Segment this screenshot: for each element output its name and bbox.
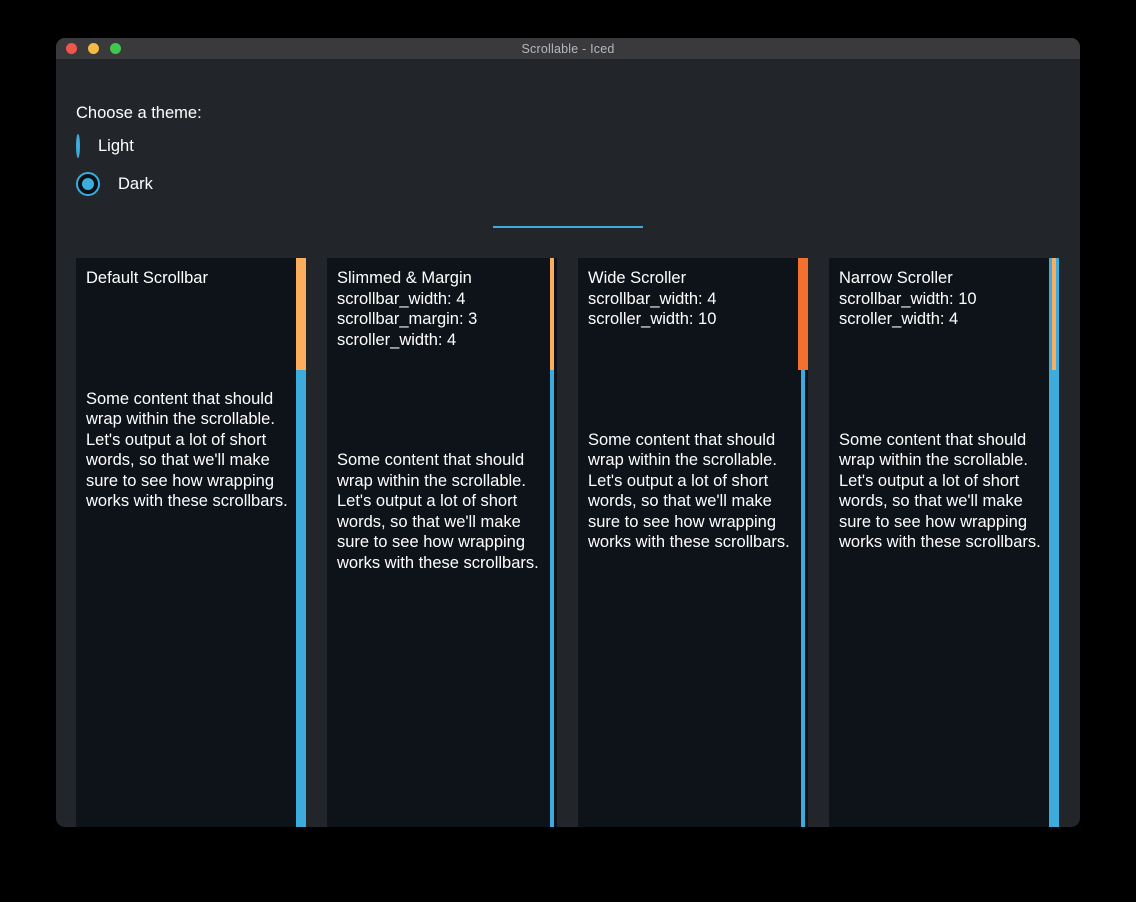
column-body-text: Some content that should wrap within the… [829, 430, 1059, 553]
theme-chooser-label: Choose a theme: [76, 103, 202, 124]
scrollbar-thumb[interactable] [550, 258, 554, 370]
column-params: scrollbar_width: 4 scrollbar_margin: 3 s… [337, 289, 545, 351]
titlebar[interactable]: Scrollable - Iced [56, 38, 1080, 60]
column-title: Wide Scroller [588, 268, 796, 289]
radio-label-light: Light [98, 136, 134, 157]
scrollable-column-default[interactable]: Default Scrollbar Some content that shou… [76, 258, 306, 827]
radio-option-light[interactable]: Light [76, 134, 87, 158]
scrollable-column-narrow-scroller[interactable]: Narrow Scroller scrollbar_width: 10 scro… [829, 258, 1059, 827]
column-title: Narrow Scroller [839, 268, 1047, 289]
maximize-button[interactable] [110, 43, 121, 54]
column-params: scrollbar_width: 10 scroller_width: 4 [839, 289, 1047, 330]
radio-selected-dot [82, 178, 94, 190]
minimize-button[interactable] [88, 43, 99, 54]
horizontal-rule [493, 226, 643, 228]
radio-circle-dark[interactable] [76, 172, 100, 196]
column-body-text: Some content that should wrap within the… [76, 389, 306, 512]
traffic-lights [66, 38, 121, 59]
column-body-text: Some content that should wrap within the… [327, 450, 557, 573]
app-window: Scrollable - Iced Choose a theme: Light … [56, 38, 1080, 827]
radio-circle-light[interactable] [76, 134, 80, 158]
scrollbar-thumb[interactable] [798, 258, 808, 370]
scrollable-column-slimmed[interactable]: Slimmed & Margin scrollbar_width: 4 scro… [327, 258, 557, 827]
column-params: scrollbar_width: 4 scroller_width: 10 [588, 289, 796, 330]
column-header: Default Scrollbar [76, 258, 306, 289]
column-header: Wide Scroller scrollbar_width: 4 scrolle… [578, 258, 808, 330]
content-area: Choose a theme: Light Dark Default Scrol… [56, 60, 1080, 827]
column-header: Slimmed & Margin scrollbar_width: 4 scro… [327, 258, 557, 350]
scrollable-row: Default Scrollbar Some content that shou… [76, 258, 1059, 827]
window-title: Scrollable - Iced [521, 42, 614, 56]
close-button[interactable] [66, 43, 77, 54]
scrollable-column-wide-scroller[interactable]: Wide Scroller scrollbar_width: 4 scrolle… [578, 258, 808, 827]
radio-option-dark[interactable]: Dark [76, 172, 153, 196]
column-header: Narrow Scroller scrollbar_width: 10 scro… [829, 258, 1059, 330]
column-title: Default Scrollbar [86, 268, 294, 289]
column-title: Slimmed & Margin [337, 268, 545, 289]
column-body-text: Some content that should wrap within the… [578, 430, 808, 553]
scrollbar-thumb[interactable] [296, 258, 306, 370]
scrollbar-thumb[interactable] [1052, 258, 1056, 370]
radio-label-dark: Dark [118, 174, 153, 195]
